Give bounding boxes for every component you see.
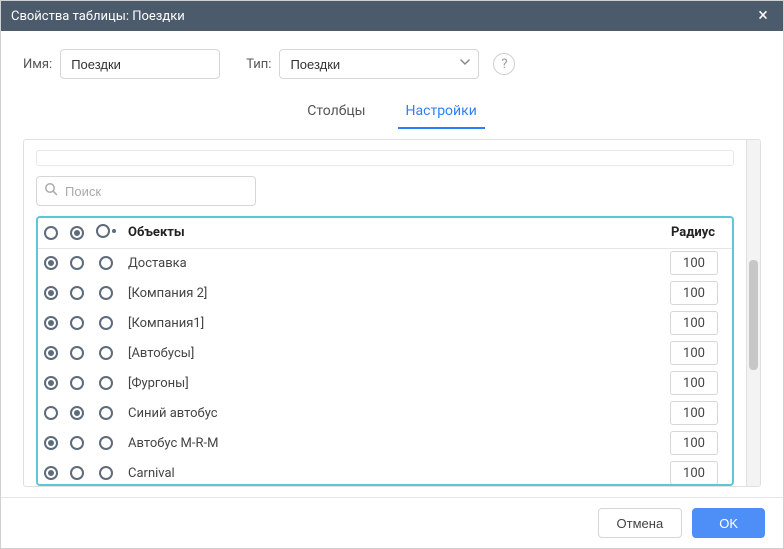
header-radio-empty[interactable] [38, 218, 64, 248]
tab-columns[interactable]: Столбцы [305, 97, 367, 129]
dialog-titlebar: Свойства таблицы: Поездки × [1, 1, 783, 31]
ok-button[interactable]: OK [692, 508, 765, 538]
objects-table: Объекты Радиус Доставка 100 [Компания 2] 10… [38, 218, 732, 484]
row-radio-b[interactable] [64, 308, 90, 338]
row-radio-b[interactable] [64, 458, 90, 484]
row-radio-b[interactable] [64, 368, 90, 398]
table-row: [Компания1] 100 [38, 308, 732, 338]
row-radio-b[interactable] [64, 398, 90, 428]
row-object-name: Carnival [122, 458, 662, 484]
row-object-name: [Автобусы] [122, 338, 662, 368]
objects-grid-highlight: Объекты Радиус Доставка 100 [Компания 2] 10… [36, 216, 734, 486]
row-radio-a[interactable] [38, 338, 64, 368]
row-radius-cell: 100 [662, 308, 732, 338]
radius-input[interactable]: 100 [670, 251, 718, 275]
row-object-name: [Компания1] [122, 308, 662, 338]
row-radio-c[interactable] [90, 458, 122, 484]
row-object-name: [Фургоны] [122, 368, 662, 398]
row-radius-cell: 100 [662, 428, 732, 458]
type-label: Тип: [246, 57, 271, 72]
name-label: Имя: [23, 57, 52, 72]
row-radio-c[interactable] [90, 428, 122, 458]
radius-input[interactable]: 100 [670, 401, 718, 425]
row-radius-cell: 100 [662, 398, 732, 428]
collapsed-section[interactable] [36, 150, 734, 166]
table-row: Синий автобус 100 [38, 398, 732, 428]
row-radio-b[interactable] [64, 248, 90, 278]
row-radius-cell: 100 [662, 458, 732, 484]
tabs: Столбцы Настройки [23, 97, 761, 129]
radius-input[interactable]: 100 [670, 341, 718, 365]
row-radio-b[interactable] [64, 338, 90, 368]
tab-settings[interactable]: Настройки [404, 97, 479, 129]
table-row: Автобус M-R-M 100 [38, 428, 732, 458]
form-row: Имя: Тип: ? [23, 49, 761, 79]
settings-panel: Объекты Радиус Доставка 100 [Компания 2] 10… [23, 139, 761, 487]
table-row: [Фургоны] 100 [38, 368, 732, 398]
row-radio-c[interactable] [90, 248, 122, 278]
dialog-footer: Отмена OK [1, 497, 783, 548]
radius-input[interactable]: 100 [670, 431, 718, 455]
row-radio-b[interactable] [64, 278, 90, 308]
row-radio-a[interactable] [38, 398, 64, 428]
row-radio-c[interactable] [90, 368, 122, 398]
objects-grid-scroll[interactable]: Объекты Радиус Доставка 100 [Компания 2] 10… [38, 218, 732, 484]
row-radio-a[interactable] [38, 308, 64, 338]
type-select[interactable] [279, 49, 479, 79]
scrollbar-thumb[interactable] [749, 260, 758, 370]
row-radio-a[interactable] [38, 458, 64, 484]
header-radio-dot[interactable] [90, 218, 122, 248]
row-radio-a[interactable] [38, 368, 64, 398]
row-radio-c[interactable] [90, 278, 122, 308]
name-input[interactable] [60, 49, 220, 79]
row-radio-c[interactable] [90, 338, 122, 368]
row-radio-a[interactable] [38, 278, 64, 308]
row-radio-a[interactable] [38, 248, 64, 278]
header-radio-filled[interactable] [64, 218, 90, 248]
header-radius: Радиус [662, 218, 732, 248]
row-radio-c[interactable] [90, 308, 122, 338]
table-row: Carnival 100 [38, 458, 732, 484]
row-object-name: Синий автобус [122, 398, 662, 428]
dialog-title: Свойства таблицы: Поездки [11, 9, 185, 24]
row-object-name: Автобус M-R-M [122, 428, 662, 458]
row-radius-cell: 100 [662, 338, 732, 368]
panel-scrollbar[interactable] [746, 140, 760, 486]
row-object-name: Доставка [122, 248, 662, 278]
search-icon [44, 182, 58, 200]
cancel-button[interactable]: Отмена [598, 508, 683, 538]
row-radio-b[interactable] [64, 428, 90, 458]
help-icon[interactable]: ? [493, 53, 515, 75]
row-radio-a[interactable] [38, 428, 64, 458]
row-radius-cell: 100 [662, 368, 732, 398]
table-row: Доставка 100 [38, 248, 732, 278]
table-row: [Автобусы] 100 [38, 338, 732, 368]
type-select-value[interactable] [279, 49, 479, 79]
close-icon[interactable]: × [753, 7, 773, 25]
row-radius-cell: 100 [662, 278, 732, 308]
row-object-name: [Компания 2] [122, 278, 662, 308]
row-radio-c[interactable] [90, 398, 122, 428]
radius-input[interactable]: 100 [670, 371, 718, 395]
radius-input[interactable]: 100 [670, 311, 718, 335]
header-objects: Объекты [122, 218, 662, 248]
dialog-content: Имя: Тип: ? Столбцы Настройки [1, 31, 783, 497]
table-row: [Компания 2] 100 [38, 278, 732, 308]
search-input[interactable] [36, 176, 256, 206]
radius-input[interactable]: 100 [670, 281, 718, 305]
radius-input[interactable]: 100 [670, 461, 718, 484]
row-radius-cell: 100 [662, 248, 732, 278]
